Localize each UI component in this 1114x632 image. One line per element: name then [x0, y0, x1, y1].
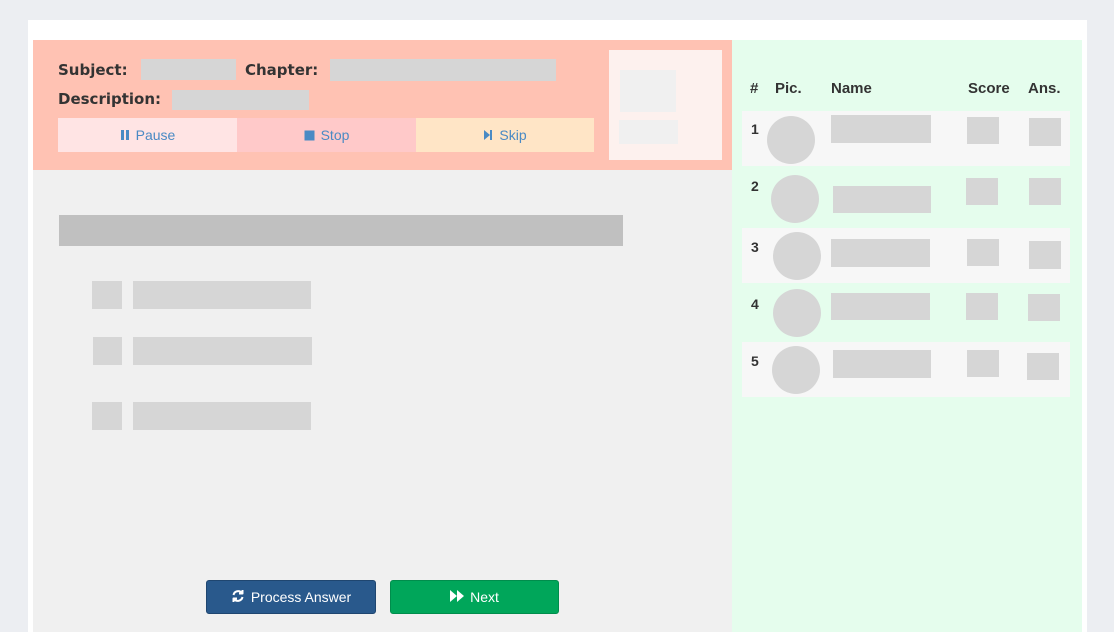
description-label: Description:: [58, 90, 162, 108]
option-1-marker[interactable]: [92, 281, 122, 309]
name-placeholder: [831, 115, 931, 143]
chapter-value-placeholder: [330, 59, 556, 81]
avatar: [773, 289, 821, 337]
fast-forward-icon: [450, 589, 465, 605]
pause-label: Pause: [135, 127, 176, 143]
answer-placeholder: [1029, 178, 1061, 205]
pause-button[interactable]: Pause: [58, 118, 237, 152]
col-score-header: Score: [968, 80, 1010, 97]
score-placeholder: [967, 117, 999, 144]
answer-placeholder: [1027, 353, 1059, 380]
row-rank: 2: [751, 178, 759, 194]
answer-placeholder: [1029, 118, 1061, 146]
stop-icon: [304, 130, 315, 141]
score-placeholder: [966, 178, 998, 205]
row-rank: 4: [751, 296, 759, 312]
chapter-label: Chapter:: [245, 61, 319, 79]
name-placeholder: [833, 186, 931, 213]
next-label: Next: [470, 589, 499, 605]
answer-placeholder: [1028, 294, 1060, 321]
avatar: [767, 116, 815, 164]
description-value-placeholder: [172, 90, 309, 110]
question-text-placeholder: [59, 215, 623, 246]
row-rank: 3: [751, 239, 759, 255]
option-2-text-placeholder[interactable]: [133, 337, 312, 365]
process-answer-label: Process Answer: [250, 589, 352, 605]
name-placeholder: [833, 350, 931, 378]
option-3-marker[interactable]: [92, 402, 122, 430]
process-answer-button[interactable]: Process Answer: [206, 580, 376, 614]
skip-label: Skip: [499, 127, 527, 143]
subject-label: Subject:: [58, 61, 128, 79]
image-caption-placeholder: [619, 120, 678, 144]
score-placeholder: [967, 239, 999, 266]
col-name-header: Name: [831, 80, 872, 97]
row-rank: 5: [751, 353, 759, 369]
col-answer-header: Ans.: [1028, 80, 1061, 97]
score-placeholder: [966, 293, 998, 320]
name-placeholder: [831, 293, 930, 320]
avatar: [773, 232, 821, 280]
col-pic-header: Pic.: [775, 80, 802, 97]
subject-value-placeholder: [141, 59, 236, 80]
question-image-thumbnail: [609, 50, 722, 160]
image-placeholder: [620, 70, 676, 112]
col-rank-header: #: [750, 80, 759, 97]
stop-label: Stop: [320, 127, 350, 143]
skip-icon: [483, 129, 493, 141]
score-placeholder: [967, 350, 999, 377]
option-3-text-placeholder[interactable]: [133, 402, 311, 430]
refresh-icon: [231, 589, 245, 606]
next-button[interactable]: Next: [390, 580, 559, 614]
name-placeholder: [831, 239, 930, 267]
pause-icon: [120, 129, 130, 141]
option-1-text-placeholder[interactable]: [133, 281, 311, 309]
stop-button[interactable]: Stop: [237, 118, 416, 152]
avatar: [772, 346, 820, 394]
answer-placeholder: [1029, 241, 1061, 269]
option-2-marker[interactable]: [93, 337, 122, 365]
avatar: [771, 175, 819, 223]
row-rank: 1: [751, 121, 759, 137]
skip-button[interactable]: Skip: [416, 118, 594, 152]
